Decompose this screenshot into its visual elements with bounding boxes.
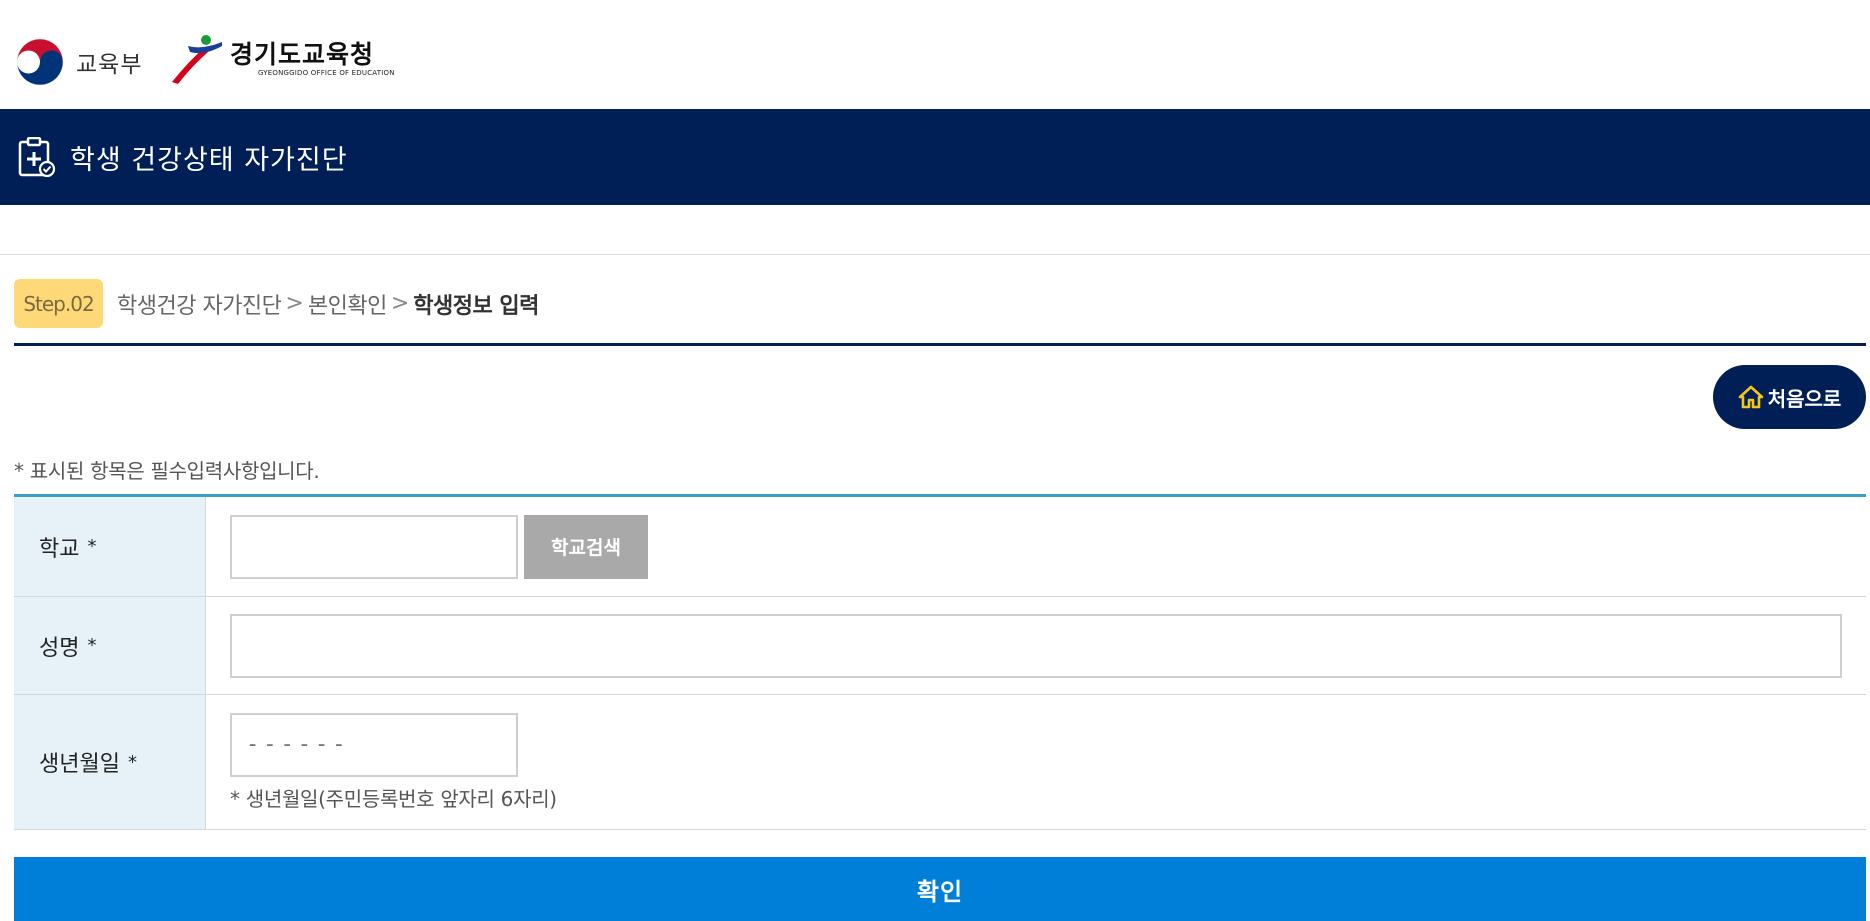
home-button[interactable]: 처음으로	[1713, 365, 1866, 429]
required-mark: *	[87, 536, 97, 557]
breadcrumb-underline	[14, 343, 1866, 346]
birth-label: 생년월일 *	[14, 695, 206, 829]
school-label: 학교 *	[14, 497, 206, 596]
ministry-name: 교육부	[76, 52, 143, 78]
confirm-button[interactable]: 확인	[14, 857, 1866, 921]
breadcrumb-separator: >	[285, 291, 304, 316]
name-input[interactable]	[230, 613, 1842, 678]
name-label-text: 성명	[39, 635, 80, 661]
name-field	[206, 597, 1866, 694]
breadcrumb-item-identity-check: 본인확인	[307, 293, 387, 319]
required-note: * 표시된 항목은 필수입력사항입니다.	[14, 459, 320, 483]
birthdate-hint: * 생년월일(주민등록번호 앞자리 6자리)	[230, 786, 557, 811]
birth-field: * 생년월일(주민등록번호 앞자리 6자리)	[206, 695, 1866, 829]
gyeonggi-office-logo[interactable]: 경기도교육청 GYEONGGIDO OFFICE OF EDUCATION	[168, 32, 395, 86]
school-search-button[interactable]: 학교검색	[524, 514, 648, 579]
logo-bar: 교육부 경기도교육청 GYEONGGIDO OFFICE OF EDUCATIO…	[0, 0, 1870, 108]
breadcrumb: Step.02 학생건강 자가진단 > 본인확인 > 학생정보 입력	[14, 279, 539, 328]
office-english-name: GYEONGGIDO OFFICE OF EDUCATION	[258, 69, 395, 77]
form-row-name: 성명 *	[14, 597, 1866, 695]
gyeonggi-emblem-icon	[172, 35, 222, 84]
step-badge: Step.02	[14, 279, 103, 328]
required-mark: *	[127, 751, 137, 773]
breadcrumb-separator: >	[390, 291, 410, 316]
ministry-of-education-logo[interactable]: 교육부	[14, 36, 142, 88]
breadcrumb-current: 학생정보 입력	[413, 292, 539, 319]
school-field: 학교검색	[206, 497, 1866, 596]
page-title: 학생 건강상태 자가진단	[70, 144, 348, 176]
required-mark: *	[87, 635, 97, 656]
breadcrumb-item-self-diagnosis: 학생건강 자가진단	[117, 293, 282, 319]
page-title-bar: 학생 건강상태 자가진단	[0, 109, 1870, 205]
form-row-school: 학교 * 학교검색	[14, 497, 1866, 597]
school-label-text: 학교	[39, 536, 80, 562]
home-icon	[1738, 385, 1763, 409]
home-button-label: 처음으로	[1767, 386, 1842, 411]
form-row-birth: 생년월일 * * 생년월일(주민등록번호 앞자리 6자리)	[14, 695, 1866, 830]
divider	[0, 254, 1870, 255]
office-name: 경기도교육청	[230, 40, 375, 69]
name-label: 성명 *	[14, 597, 206, 694]
birthdate-input[interactable]	[230, 712, 518, 777]
student-info-form: 학교 * 학교검색 성명 * 생년월일 * * 생년월일(주민등록번호 앞자리 …	[14, 494, 1866, 830]
clipboard-medical-icon	[18, 137, 56, 177]
school-input[interactable]	[230, 514, 518, 579]
taegeuk-emblem-icon	[15, 37, 65, 87]
birth-label-text: 생년월일	[39, 752, 120, 777]
